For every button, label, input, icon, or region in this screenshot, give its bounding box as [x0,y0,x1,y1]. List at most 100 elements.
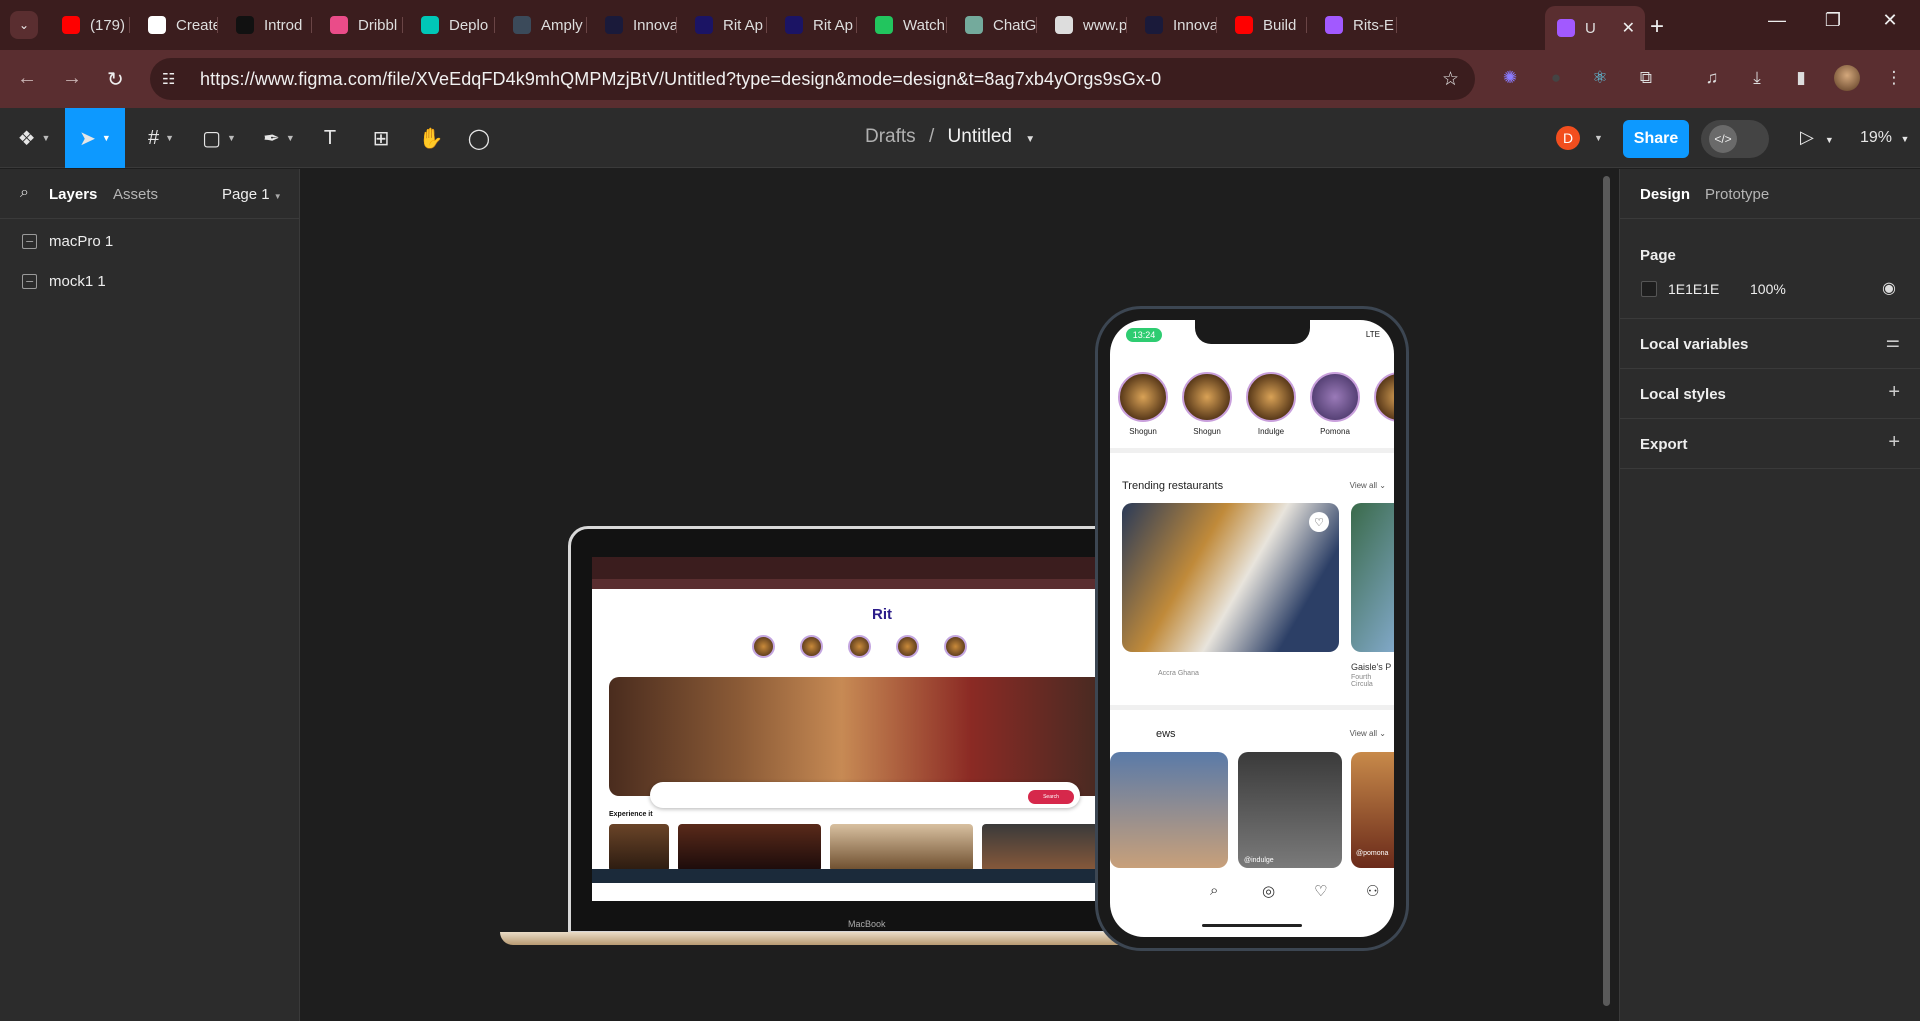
chevron-down-icon[interactable]: ▼ [1025,134,1035,145]
components-icon: ⊞ [372,127,390,150]
page-opacity[interactable]: 100% [1750,281,1786,297]
page-selector[interactable]: Page 1 ▼ [222,186,282,203]
chevron-down-icon: ▼ [101,133,111,143]
layer-item[interactable]: mock1 1 [22,271,106,291]
frame-tool-button[interactable]: # ▼ [140,108,182,168]
page-color-swatch[interactable] [1641,281,1657,297]
local-styles-section: Local styles + [1620,369,1920,419]
browser-tab[interactable]: Rit Ap [683,8,767,42]
close-tab-icon[interactable]: ✕ [1622,18,1635,38]
tab-prototype[interactable]: Prototype [1705,186,1769,203]
browser-tab[interactable]: Rit Ap [773,8,857,42]
react-devtools-icon[interactable]: ⚛ [1588,66,1612,90]
present-button[interactable]: ▷ ▼ [1800,127,1834,148]
site-info-icon[interactable]: ☷ [162,70,184,88]
breadcrumb-drafts[interactable]: Drafts [865,126,916,147]
tab-separator [311,17,312,33]
tab-assets[interactable]: Assets [113,186,158,203]
resources-tool-button[interactable]: ⊞ [368,108,394,168]
browser-tab[interactable]: Innova [593,8,677,42]
browser-tab[interactable]: Amply [501,8,587,42]
play-icon [875,16,893,34]
tab-label: Deplo [449,16,489,34]
back-button[interactable]: ← [17,67,37,90]
breadcrumb-separator: / [928,126,935,147]
figma-main-menu-button[interactable]: ❖ ▼ [14,108,54,168]
page-color-hex[interactable]: 1E1E1E [1668,281,1719,297]
tab-separator [494,17,495,33]
vercel-icon [148,16,166,34]
browser-tab[interactable]: Build [1223,8,1307,42]
side-panel-icon[interactable]: ▮ [1789,66,1813,90]
profile-avatar[interactable] [1834,65,1860,91]
laptop-search-button: Search [1028,790,1074,804]
tab-design[interactable]: Design [1640,186,1690,203]
eye-icon[interactable]: ◉ [1882,278,1896,298]
new-tab-button[interactable]: + [1650,13,1664,41]
tab-label: Introd [264,16,303,34]
review-card [1238,752,1342,868]
browser-tab[interactable]: U ✕ [1545,6,1645,50]
rit-icon [785,16,803,34]
browser-tab[interactable]: Introd [224,8,312,42]
move-tool-button[interactable]: ➤ ▼ [65,108,125,168]
browser-tab[interactable]: Watch [863,8,947,42]
view-all-label: View all [1349,481,1378,490]
address-bar[interactable]: ☷ https://www.figma.com/file/XVeEdqFD4k9… [150,58,1475,100]
close-window-button[interactable]: ✕ [1875,10,1905,31]
layer-item[interactable]: macPro 1 [22,231,113,251]
hand-tool-button[interactable]: ✋ [418,108,444,168]
hand-icon: ✋ [418,127,444,150]
review-card [1110,752,1228,868]
browser-tab[interactable]: ChatG [953,8,1037,42]
chevron-down-icon[interactable]: ▼ [1594,133,1603,143]
canvas-scrollbar[interactable] [1603,176,1610,1006]
text-icon: T [323,126,337,149]
phone-divider [1110,705,1394,710]
plus-icon[interactable]: + [1888,431,1900,454]
browser-tab[interactable]: Rits-E [1313,8,1397,42]
share-button[interactable]: Share [1623,120,1689,158]
tab-separator [129,17,130,33]
plus-icon[interactable]: + [1888,381,1900,404]
reload-button[interactable]: ↻ [107,67,124,92]
dev-mode-toggle[interactable]: </> [1701,120,1769,158]
local-styles-title: Local styles [1640,386,1726,403]
comment-tool-button[interactable]: ◯ [466,108,492,168]
story-label: Po [1374,427,1394,436]
browser-tab[interactable]: Deplo [409,8,495,42]
minimize-button[interactable]: — [1762,10,1792,31]
text-tool-button[interactable]: T [317,108,343,168]
shape-tool-button[interactable]: ▢ ▼ [198,108,240,168]
tab-search-button[interactable]: ⌄ [10,11,38,39]
chrome-menu-icon[interactable]: ⋮ [1882,66,1906,90]
tab-layers[interactable]: Layers [49,186,97,203]
media-controls-icon[interactable]: ♫ [1700,66,1724,90]
user-avatar[interactable]: D [1556,126,1580,150]
search-icon[interactable]: ⌕ [20,184,29,202]
sliders-icon[interactable]: ⚌ [1886,332,1900,352]
downloads-icon[interactable]: ⤓ [1745,66,1769,90]
extensions-puzzle-icon[interactable]: ⧉ [1634,66,1658,90]
browser-tab[interactable]: (179) [50,8,130,42]
bookmark-star-icon[interactable]: ☆ [1442,68,1459,91]
laptop-browser-address [592,579,1144,589]
story-avatar [1118,372,1168,422]
browser-tab[interactable]: Create [136,8,218,42]
zoom-dropdown[interactable]: 19% ▼ [1860,129,1909,147]
browser-tab[interactable]: Innova [1133,8,1217,42]
tab-separator [1306,17,1307,33]
pen-tool-button[interactable]: ✒ ▼ [258,108,300,168]
rectangle-icon: ▢ [202,127,221,150]
browser-tab[interactable]: www.p [1043,8,1127,42]
tab-separator [217,17,218,33]
phone-screen: 13:24 LTE Shogun Shogun Indulge Pomona P… [1110,320,1394,937]
browser-tab[interactable]: Dribbl [318,8,403,42]
tab-separator [676,17,677,33]
trending-heading: Trending restaurants [1122,480,1224,492]
forward-button[interactable]: → [62,67,82,90]
extension-gear-icon[interactable]: ✺ [1498,66,1522,90]
file-name[interactable]: Untitled [948,126,1012,147]
restore-button[interactable]: ❐ [1818,10,1848,31]
extension-dark-icon[interactable]: ● [1544,66,1568,90]
